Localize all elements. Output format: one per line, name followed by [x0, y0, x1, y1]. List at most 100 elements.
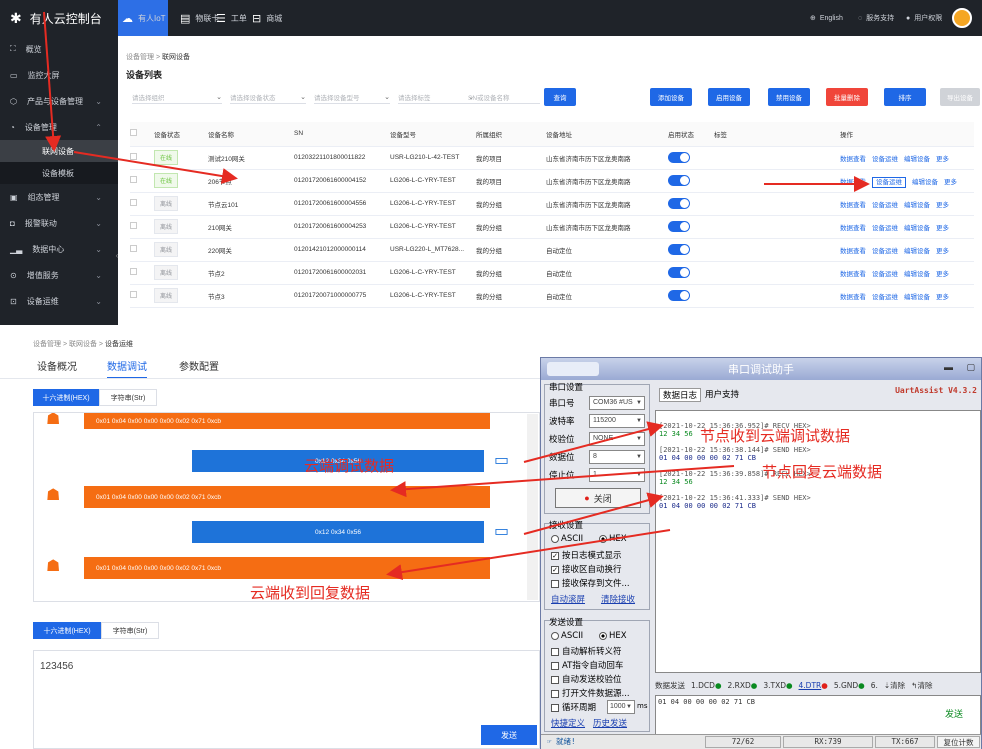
nav-card[interactable]: ▤ 物联卡 — [180, 0, 219, 36]
edit-device-link[interactable]: 编辑设备 — [904, 225, 930, 232]
sn-search-input[interactable]: SN或设备名称 — [468, 90, 540, 104]
more-link[interactable]: 更多 — [936, 294, 949, 301]
pin-dcd[interactable]: 1.DCD● — [691, 681, 722, 690]
more-link[interactable]: 更多 — [936, 202, 949, 209]
batch-delete-button[interactable]: 批量删除 — [826, 88, 868, 106]
log-mode-checkbox[interactable]: ✓ 按日志模式显示 — [551, 549, 622, 561]
edit-device-link[interactable]: 编辑设备 — [912, 179, 938, 186]
ascii-radio[interactable]: ASCII — [551, 534, 583, 544]
sidebar-item-config[interactable]: ▣ 组态管理 ⌄ — [0, 184, 118, 210]
row-checkbox[interactable] — [130, 199, 137, 206]
view-data-link[interactable]: 数据查看 — [840, 156, 866, 163]
disable-device-button[interactable]: 禁用设备 — [768, 88, 810, 106]
checksum-checkbox[interactable]: 自动发送校验位 — [551, 673, 622, 685]
row-checkbox[interactable] — [130, 245, 137, 252]
nav-iot[interactable]: ☁ 有人IoT — [118, 0, 168, 36]
sidebar-item-data[interactable]: ▁▃ 数据中心 ⌄ — [0, 236, 118, 262]
more-link[interactable]: 更多 — [944, 179, 957, 186]
at-cr-checkbox[interactable]: AT指令自动回车 — [551, 659, 623, 671]
org-filter[interactable]: 请选择组织 ⌄ — [132, 90, 222, 104]
tab-user-support[interactable]: 用户支持 — [705, 388, 739, 400]
sidebar-item-ops[interactable]: ⊡ 设备运维 ⌄ — [0, 288, 118, 314]
device-ops-link[interactable]: 设备运维 — [872, 156, 898, 163]
pin-gnd[interactable]: 5.GND● — [834, 681, 865, 690]
send-input[interactable]: 123456 — [33, 650, 540, 749]
device-ops-link[interactable]: 设备运维 — [872, 271, 898, 278]
str-mode-button-send[interactable]: 字符串(Str) — [101, 622, 159, 639]
enable-toggle[interactable] — [668, 267, 690, 278]
sidebar-item-alarm[interactable]: ◘ 报警联动 ⌄ — [0, 210, 118, 236]
edit-device-link[interactable]: 编辑设备 — [904, 271, 930, 278]
escape-checkbox[interactable]: 自动解析转义符 — [551, 645, 622, 657]
enable-device-button[interactable]: 启用设备 — [708, 88, 750, 106]
log-scrollbar[interactable] — [527, 414, 538, 600]
tag-filter[interactable]: 请选择标签 ⌄ — [398, 90, 474, 104]
parity-select[interactable]: NONE — [589, 432, 645, 446]
view-data-link[interactable]: 数据查看 — [840, 271, 866, 278]
device-ops-link[interactable]: 设备运维 — [872, 202, 898, 209]
tab-data-log[interactable]: 数据日志 — [659, 388, 702, 402]
port-select[interactable]: COM36 #US — [589, 396, 645, 410]
enable-toggle[interactable] — [668, 290, 690, 301]
avatar[interactable] — [952, 8, 972, 28]
pin-dtr[interactable]: 4.DTR● — [799, 681, 828, 690]
auto-wrap-checkbox[interactable]: ✓ 接收区自动换行 — [551, 563, 622, 575]
enable-toggle[interactable] — [668, 175, 690, 186]
tab-param-config[interactable]: 参数配置 — [179, 358, 219, 373]
lang-switch[interactable]: ⊕ English — [810, 0, 843, 36]
view-data-link[interactable]: 数据查看 — [840, 225, 866, 232]
sidebar-item-device-mgmt[interactable]: ◔ 设备管理 ⌃ — [0, 114, 118, 140]
pin-6[interactable]: 6. — [871, 681, 878, 690]
sidebar-item-product[interactable]: ⬡ 产品与设备管理 ⌄ — [0, 88, 118, 114]
reset-count-button[interactable]: 复位计数 — [937, 736, 980, 748]
uart-send-button[interactable]: 发送 — [931, 703, 977, 723]
export-button[interactable]: 导出设备 — [940, 88, 980, 106]
auto-scroll-link[interactable]: 自动滚屏 — [551, 593, 585, 605]
send-button[interactable]: 发送 — [481, 725, 537, 745]
edit-device-link[interactable]: 编辑设备 — [904, 294, 930, 301]
enable-toggle[interactable] — [668, 198, 690, 209]
enable-toggle[interactable] — [668, 152, 690, 163]
view-data-link[interactable]: 数据查看 — [840, 179, 866, 186]
file-source-checkbox[interactable]: 打开文件数据源... — [551, 687, 630, 699]
pin-rxd[interactable]: 2.RXD● — [728, 681, 758, 690]
save-to-file-checkbox[interactable]: 接收保存到文件... — [551, 577, 630, 589]
stopbits-select[interactable]: 1 — [589, 468, 645, 482]
row-checkbox[interactable] — [130, 268, 137, 275]
send-ascii-radio[interactable]: ASCII — [551, 631, 583, 641]
more-link[interactable]: 更多 — [936, 156, 949, 163]
sidebar-item-value-added[interactable]: ⊙ 增值服务 ⌄ — [0, 262, 118, 288]
breadcrumb-network-device[interactable]: 联网设备 — [69, 341, 97, 348]
view-data-link[interactable]: 数据查看 — [840, 294, 866, 301]
row-checkbox[interactable] — [130, 291, 137, 298]
sidebar-item-network-device[interactable]: 联网设备 — [0, 140, 118, 162]
model-filter[interactable]: 请选择设备型号 ⌄ — [314, 90, 390, 104]
hex-mode-button[interactable]: 十六进制(HEX) — [33, 389, 99, 406]
enable-toggle[interactable] — [668, 221, 690, 232]
sidebar-item-monitor[interactable]: ▭ 监控大屏 — [0, 62, 118, 88]
more-link[interactable]: 更多 — [936, 271, 949, 278]
query-button[interactable]: 查询 — [544, 88, 576, 106]
sidebar-item-device-template[interactable]: 设备模板 — [0, 162, 118, 184]
pin-txd[interactable]: 3.TXD● — [763, 681, 792, 690]
row-checkbox[interactable] — [130, 176, 137, 183]
device-ops-link[interactable]: 设备运维 — [872, 225, 898, 232]
row-checkbox[interactable] — [130, 153, 137, 160]
databits-select[interactable]: 8 — [589, 450, 645, 464]
cycle-checkbox[interactable]: 循环周期 — [551, 701, 596, 713]
close-icon[interactable]: ▢ — [966, 362, 975, 373]
view-data-link[interactable]: 数据查看 — [840, 248, 866, 255]
device-ops-link[interactable]: 设备运维 — [872, 248, 898, 255]
str-mode-button[interactable]: 字符串(Str) — [99, 389, 157, 406]
more-link[interactable]: 更多 — [936, 248, 949, 255]
close-port-button[interactable]: ● 关闭 — [555, 488, 641, 508]
support-link[interactable]: ◌ 服务支持 — [858, 0, 894, 36]
tab-data-debug[interactable]: 数据调试 — [107, 358, 147, 379]
device-ops-link[interactable]: 设备运维 — [872, 176, 906, 188]
status-filter[interactable]: 请选择设备状态 ⌄ — [230, 90, 306, 104]
nav-mall[interactable]: ⊟ 商城 — [252, 0, 282, 36]
select-all-checkbox[interactable] — [130, 129, 137, 137]
cycle-input[interactable]: 1000 — [607, 700, 635, 714]
breadcrumb-device-mgmt[interactable]: 设备管理 — [33, 341, 61, 348]
breadcrumb-network-device[interactable]: 联网设备 — [162, 54, 190, 61]
